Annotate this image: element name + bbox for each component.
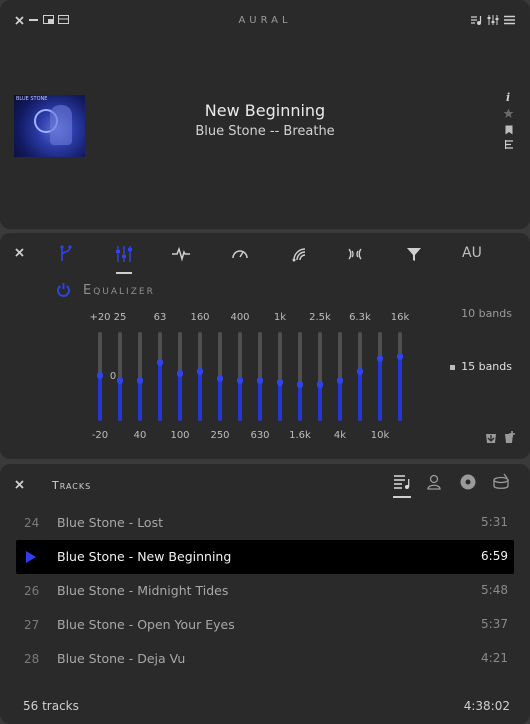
load-preset-icon[interactable]: [484, 432, 498, 445]
frequency-label: 100: [170, 430, 190, 441]
tab-au[interactable]: AU: [462, 245, 482, 261]
track-row-playing[interactable]: Blue Stone - New Beginning 6:59: [16, 540, 514, 574]
eq-band-slider[interactable]: [317, 332, 323, 421]
eq-band-slider[interactable]: [377, 332, 383, 421]
frequency-label: 10k: [370, 430, 390, 441]
frequency-label: 25: [113, 312, 127, 323]
eq-band-slider[interactable]: [217, 332, 223, 421]
player-window: AURAL BLUE STONE New Beginning Blue Ston…: [0, 0, 530, 229]
app-title: AURAL: [238, 15, 292, 26]
frequency-label: 250: [210, 430, 230, 441]
favorite-star-icon[interactable]: [503, 108, 514, 119]
track-artist-album: Blue Stone -- Breathe: [195, 124, 335, 139]
power-icon[interactable]: [56, 282, 71, 297]
frequency-label: 400: [230, 312, 250, 323]
band-option-10[interactable]: 10 bands: [450, 307, 512, 320]
info-icon[interactable]: i: [505, 91, 513, 102]
frequency-label: 40: [133, 430, 147, 441]
track-number: 27: [24, 618, 40, 632]
track-number: 28: [24, 652, 40, 666]
track-number: 24: [24, 516, 40, 530]
frequency-label: 1.6k: [289, 430, 311, 441]
band-option-15[interactable]: 15 bands: [450, 360, 512, 373]
menu-icon[interactable]: [504, 15, 515, 25]
track-duration: 5:37: [481, 617, 508, 631]
track-duration: 5:31: [481, 515, 508, 529]
track-name: Blue Stone - New Beginning: [57, 549, 232, 564]
track-number: 26: [24, 584, 40, 598]
eq-band-slider[interactable]: [257, 332, 263, 421]
eq-band-slider[interactable]: [237, 332, 243, 421]
track-title: New Beginning: [204, 101, 326, 120]
track-duration: 4:21: [481, 651, 508, 665]
tab-genres[interactable]: [492, 473, 510, 491]
scale-min-label: -20: [91, 430, 109, 441]
track-row[interactable]: 27 Blue Stone - Open Your Eyes 5:37: [16, 608, 514, 642]
now-playing-icon: [26, 551, 36, 563]
track-duration: 5:48: [481, 583, 508, 597]
track-count: 56 tracks: [23, 699, 79, 713]
tab-time[interactable]: [229, 243, 251, 265]
tab-pitch[interactable]: [170, 243, 192, 265]
equalizer-title: Equalizer: [83, 283, 155, 298]
frequency-label: 630: [250, 430, 270, 441]
tab-equalizer[interactable]: [113, 243, 135, 274]
eq-band-slider[interactable]: [297, 332, 303, 421]
scale-mid-label: 0: [109, 371, 117, 382]
total-duration: 4:38:02: [463, 699, 510, 713]
frequency-label: 63: [153, 312, 167, 323]
playlist-title: Tracks: [52, 479, 92, 492]
eq-band-slider[interactable]: [157, 332, 163, 421]
close-icon[interactable]: [15, 248, 24, 257]
frequency-label: 4k: [333, 430, 347, 441]
track-name: Blue Stone - Open Your Eyes: [57, 617, 235, 632]
tab-reverb[interactable]: [288, 243, 310, 265]
tab-artists[interactable]: [426, 473, 444, 491]
tab-filter[interactable]: [403, 243, 425, 265]
track-name: Blue Stone - Lost: [57, 515, 163, 530]
track-name: Blue Stone - Midnight Tides: [57, 583, 229, 598]
tab-master[interactable]: [55, 243, 77, 265]
track-name: Blue Stone - Deja Vu: [57, 651, 186, 666]
effects-toggle-icon[interactable]: [487, 14, 499, 26]
eq-band-slider[interactable]: [177, 332, 183, 421]
svg-text:i: i: [506, 91, 510, 102]
frequency-label: 6.3k: [349, 312, 371, 323]
frequency-label: 2.5k: [309, 312, 331, 323]
tab-delay[interactable]: [344, 243, 366, 265]
track-duration: 6:59: [481, 549, 508, 563]
playlist-toggle-icon[interactable]: [470, 14, 482, 26]
eq-band-slider[interactable]: [277, 332, 283, 421]
playlist-window: Tracks 24 Blue Stone - Lost 5:31 Blue St…: [0, 464, 530, 724]
tab-tracks[interactable]: [393, 473, 411, 498]
lyrics-icon[interactable]: [505, 140, 514, 149]
frequency-label: 1k: [273, 312, 287, 323]
effects-window: AU Equalizer +20 0 -20 25 63 160 400 1k 2.5k 6.3k…: [0, 233, 530, 459]
track-row[interactable]: 28 Blue Stone - Deja Vu 4:21: [16, 642, 514, 676]
bookmark-icon[interactable]: [505, 125, 513, 135]
frequency-label: 16k: [390, 312, 410, 323]
eq-band-slider[interactable]: [137, 332, 143, 421]
eq-band-slider[interactable]: [357, 332, 363, 421]
eq-band-slider[interactable]: [337, 332, 343, 421]
save-preset-icon[interactable]: [502, 430, 517, 445]
close-icon[interactable]: [15, 480, 24, 489]
frequency-label: 160: [190, 312, 210, 323]
track-row[interactable]: 26 Blue Stone - Midnight Tides 5:48: [16, 574, 514, 608]
eq-band-slider[interactable]: [197, 332, 203, 421]
track-row[interactable]: 24 Blue Stone - Lost 5:31: [16, 506, 514, 540]
tab-albums[interactable]: [459, 473, 477, 491]
eq-band-slider[interactable]: [397, 332, 403, 421]
